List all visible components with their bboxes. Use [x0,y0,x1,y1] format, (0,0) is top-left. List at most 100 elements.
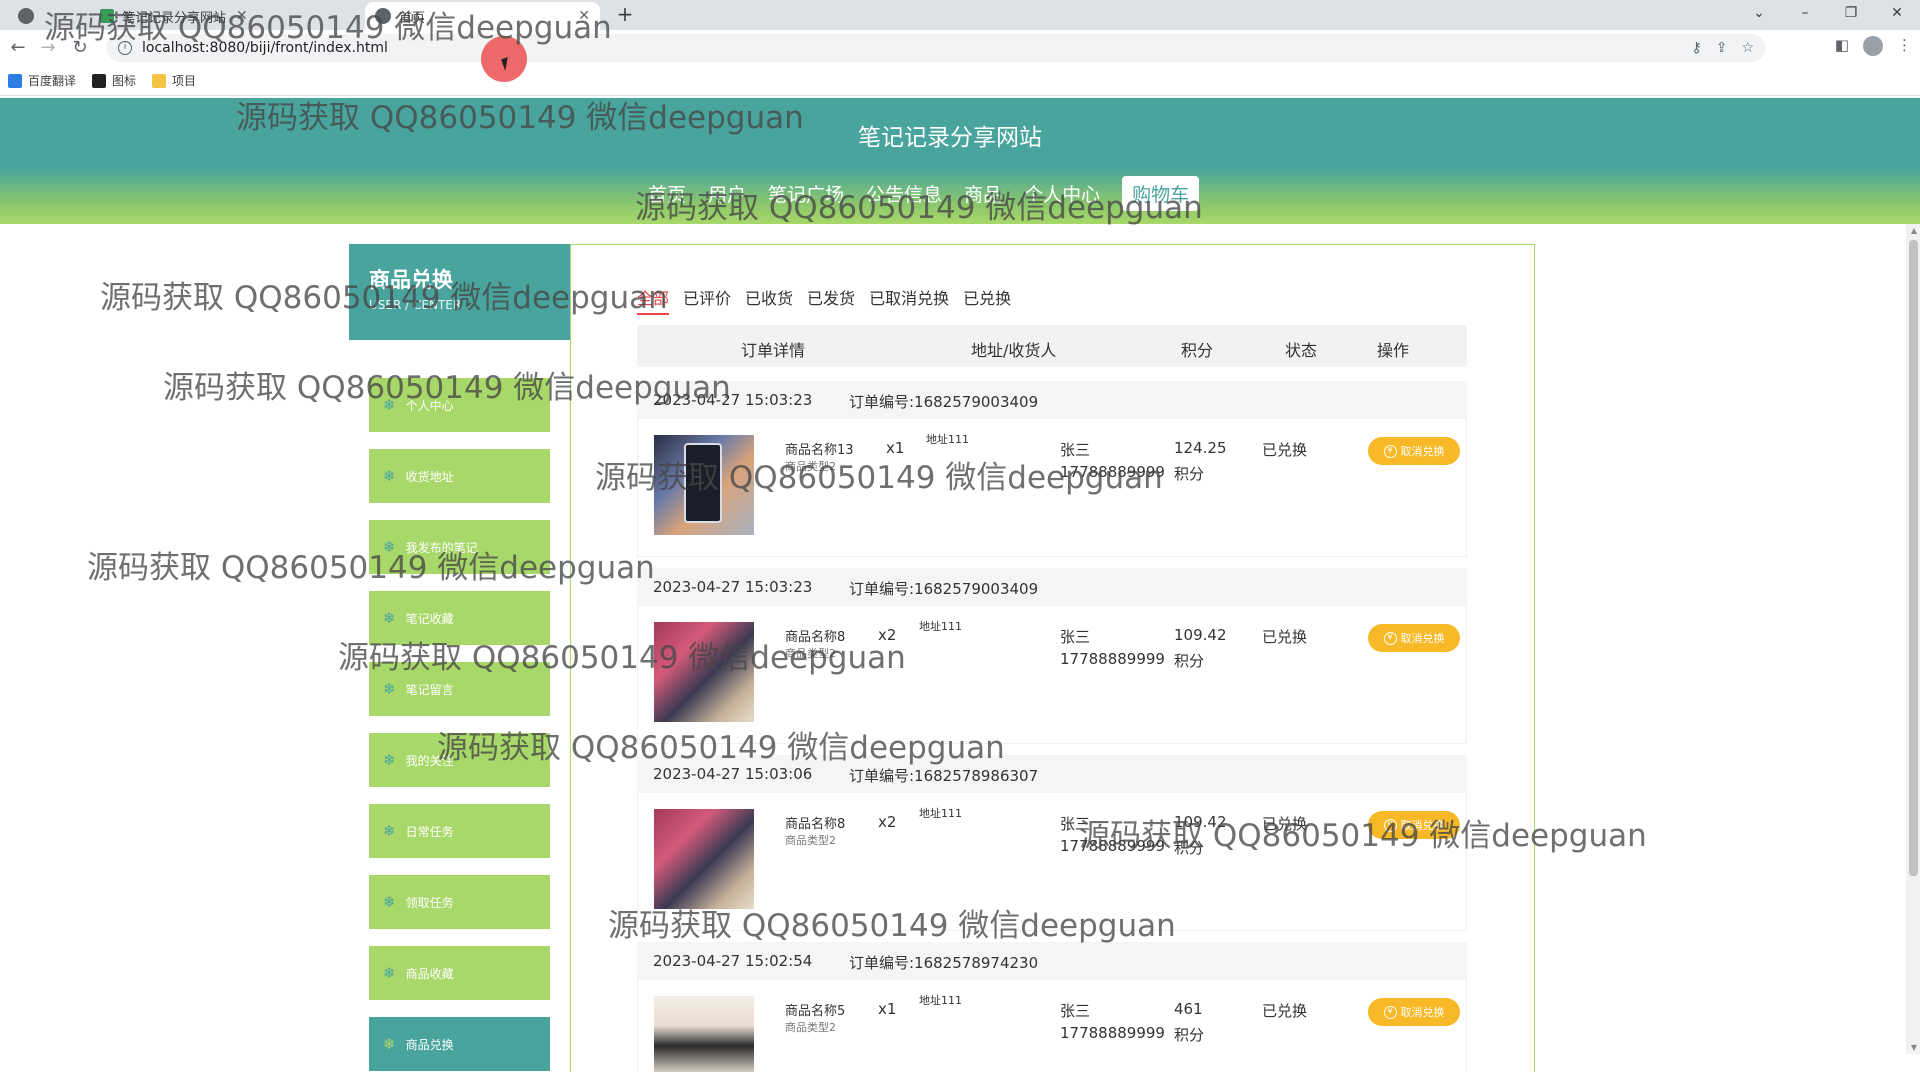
receiver-phone: 17788889999 [1060,1024,1165,1042]
share-icon[interactable]: ⇪ [1716,40,1728,56]
nav-users[interactable]: 用户 [708,180,746,207]
tab-shipped[interactable]: 已发货 [807,285,855,315]
nav-note-square[interactable]: 笔记广场 [768,180,844,207]
order-address: 地址111 [919,994,962,1007]
product-quantity: x2 [878,626,897,644]
receiver-phone: 17788889999 [1060,463,1165,481]
tab-search-icon[interactable]: ⌄ [1736,0,1782,30]
key-icon[interactable]: ⚷ [1691,40,1701,56]
back-icon[interactable]: ← [6,36,30,60]
yen-coin-icon: ¥ [1383,444,1397,458]
product-type: 商品类型2 [785,647,836,660]
sidebar-item-note-comments[interactable]: ❄ 笔记留言 [369,662,550,716]
nav-personal-center[interactable]: 个人中心 [1024,180,1100,207]
order-body: 商品名称5 商品类型2 x1 地址111 张三 17788889999 461 … [637,980,1467,1072]
reload-icon[interactable]: ↻ [68,36,92,60]
sidebar-item-product-exchange[interactable]: ❄ 商品兑换 [369,1017,550,1071]
url-text: localhost:8080/biji/front/index.html [142,40,388,56]
receiver-name: 张三 [1060,441,1091,459]
order-time: 2023-04-27 15:03:23 [653,578,813,596]
product-image[interactable] [654,622,754,722]
tab-all[interactable]: 全部 [637,285,670,315]
scroll-down-icon[interactable]: ▼ [1911,1043,1917,1052]
sidebar-item-shipping-address[interactable]: ❄ 收货地址 [369,449,550,503]
nav-cart[interactable]: 购物车 [1122,176,1200,211]
tab-received[interactable]: 已收货 [745,285,793,315]
product-name: 商品名称5 [785,1004,846,1019]
points-unit: 积分 [1174,465,1205,483]
sidebar-item-note-favorites[interactable]: ❄ 笔记收藏 [369,591,550,645]
sidebar-item-label: 商品收藏 [405,966,454,981]
browser-tab[interactable]: 笔记记录分享网站 ✕ [90,2,258,30]
sidebar-item-label: 商品兑换 [405,1037,454,1052]
menu-kebab-icon[interactable]: ⋮ [1897,36,1912,56]
cancel-exchange-button[interactable]: ¥ 取消兑换 [1368,811,1460,839]
snowflake-icon: ❄ [383,680,396,698]
bookmark-item[interactable]: 百度翻译 [8,72,76,89]
product-image[interactable] [654,435,754,535]
nav-announcements[interactable]: 公告信息 [866,180,942,207]
order-status: 已兑换 [1262,1002,1308,1020]
bookmark-item[interactable]: 图标 [92,72,136,89]
browser-tab[interactable] [8,2,52,30]
order-address: 地址111 [919,807,962,820]
new-tab-button[interactable]: + [612,2,638,28]
side-panel-icon[interactable]: ◧ [1835,36,1849,56]
sidebar-item-label: 笔记留言 [405,682,454,697]
sidebar-item-following[interactable]: ❄ 我的关注 [369,733,550,787]
tab-reviewed[interactable]: 已评价 [683,285,731,315]
product-name: 商品名称8 [785,630,846,645]
points-unit: 积分 [1174,1026,1205,1044]
sidebar-item-personal-center[interactable]: ❄ 个人中心 [369,378,550,432]
order-points: 124.25 [1174,439,1227,457]
sidebar-item-daily-tasks[interactable]: ❄ 日常任务 [369,804,550,858]
order-card: 2023-04-27 15:03:23 订单编号:1682579003409 商… [637,568,1467,744]
sidebar-item-label: 收货地址 [405,469,454,484]
order-card: 2023-04-27 15:03:23 订单编号:1682579003409 商… [637,381,1467,557]
nav-home[interactable]: 首页 [648,180,686,207]
order-address: 地址111 [919,620,962,633]
cancel-exchange-button[interactable]: ¥ 取消兑换 [1368,437,1460,465]
minimize-icon[interactable]: – [1782,0,1828,30]
page-scrollbar[interactable]: ▲ ▼ [1906,224,1920,1054]
order-status: 已兑换 [1262,628,1308,646]
profile-avatar-icon[interactable] [1863,36,1883,56]
snowflake-icon: ❄ [383,538,396,556]
bookmark-label: 项目 [172,74,197,88]
tab-cancelled[interactable]: 已取消兑换 [869,285,949,315]
forward-icon[interactable]: → [36,36,60,60]
sidebar-title: 商品兑换 [369,268,453,292]
browser-tab-active[interactable]: 首页 ✕ [365,2,600,30]
product-type: 商品类型2 [785,460,836,473]
order-meta: 2023-04-27 15:02:54 订单编号:1682578974230 [637,942,1467,980]
nav-products[interactable]: 商品 [964,180,1002,207]
sidebar-item-claim-tasks[interactable]: ❄ 领取任务 [369,875,550,929]
address-bar[interactable]: i localhost:8080/biji/front/index.html ⚷… [106,34,1766,62]
order-address: 地址111 [926,433,969,446]
bookmark-label: 百度翻译 [28,74,77,88]
site-title: 笔记记录分享网站 [858,125,1042,151]
site-info-icon[interactable]: i [118,41,132,55]
cancel-exchange-button[interactable]: ¥ 取消兑换 [1368,998,1460,1026]
close-window-icon[interactable]: ✕ [1874,0,1920,30]
tab-exchanged[interactable]: 已兑换 [963,285,1011,315]
bookmark-item[interactable]: 项目 [152,72,196,89]
scroll-up-icon[interactable]: ▲ [1911,226,1917,235]
product-image[interactable] [654,996,754,1072]
snowflake-icon: ❄ [383,751,396,769]
sidebar-subtitle: USER / CENTER [369,298,462,312]
cancel-exchange-button[interactable]: ¥ 取消兑换 [1368,624,1460,652]
product-image[interactable] [654,809,754,909]
scrollbar-thumb[interactable] [1909,240,1918,876]
order-body: 商品名称13 商品类型2 x1 地址111 张三 17788889999 124… [637,419,1467,557]
order-status: 已兑换 [1262,441,1308,459]
bookmark-label: 图标 [112,74,137,88]
sidebar-item-my-notes[interactable]: ❄ 我发布的笔记 [369,520,550,574]
sidebar-item-product-favorites[interactable]: ❄ 商品收藏 [369,946,550,1000]
star-icon[interactable]: ☆ [1741,40,1754,56]
restore-icon[interactable]: ❐ [1828,0,1874,30]
order-points: 461 [1174,1000,1203,1018]
close-tab-icon[interactable]: ✕ [578,8,590,24]
orders-table-header: 订单详情 地址/收货人 积分 状态 操作 [637,325,1467,367]
close-tab-icon[interactable]: ✕ [236,8,248,24]
